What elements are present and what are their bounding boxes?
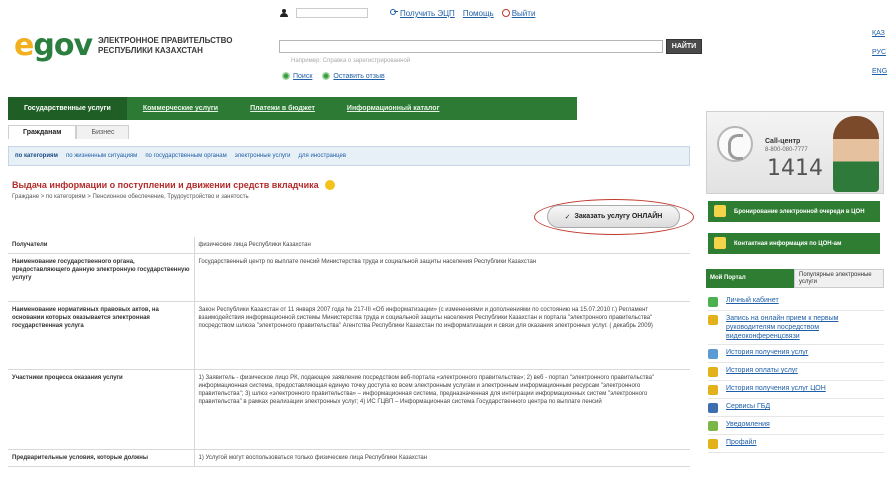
egov-logo[interactable]: egov ЭЛЕКТРОННОЕ ПРАВИТЕЛЬСТВО РЕСПУБЛИК… <box>14 28 232 63</box>
portal-menu-label: Профайл <box>726 439 757 446</box>
con-history-icon <box>708 385 718 395</box>
breadcrumb: Граждане > по категориям > Пенсионное об… <box>12 194 249 200</box>
subnav-foreigners[interactable]: для иностранцев <box>299 153 347 159</box>
payment-icon <box>708 367 718 377</box>
money-icon <box>708 315 718 325</box>
page-title: Выдача информации о поступлении и движен… <box>12 180 335 190</box>
table-row: Получатели физические лица Республики Ка… <box>8 237 690 254</box>
portal-menu-item[interactable]: Профайл <box>708 435 884 453</box>
radio-icon <box>282 72 290 80</box>
favorite-icon[interactable] <box>324 180 335 190</box>
subnav-e-services[interactable]: электронные услуги <box>235 153 291 159</box>
username-field[interactable] <box>296 8 368 18</box>
nav-budget-payments[interactable]: Платежи в бюджет <box>234 97 331 120</box>
subnav-life-situations[interactable]: по жизненным ситуациям <box>66 153 137 159</box>
row-label: Участники процесса оказания услуги <box>8 369 195 450</box>
queue-icon <box>714 205 726 217</box>
portal-menu: Личный кабинет Запись на онлайн прием к п… <box>708 293 884 453</box>
table-row: Наименование нормативных правовых актов,… <box>8 301 690 370</box>
lang-kaz[interactable]: ҚАЗ <box>872 30 887 37</box>
nav-gov-services[interactable]: Государственные услуги <box>8 97 127 120</box>
check-icon: ✓ <box>564 213 571 221</box>
portal-menu-label: Личный кабинет <box>726 297 779 304</box>
phone-icon <box>717 126 753 162</box>
home-icon <box>708 297 718 307</box>
key-icon <box>390 8 398 16</box>
tab-popular-services[interactable]: Популярные электронные услуги <box>794 269 884 288</box>
exit-icon <box>501 9 510 18</box>
service-info-table: Получатели физические лица Республики Ка… <box>8 237 690 467</box>
con-contacts-banner[interactable]: Контактная информация по ЦОН-ам <box>708 233 880 254</box>
audience-tabs: Гражданам Бизнес <box>8 125 130 139</box>
tab-business[interactable]: Бизнес <box>76 125 130 139</box>
search-options: Поиск Оставить отзыв <box>282 72 385 80</box>
row-value: Закон Республики Казахстан от 11 января … <box>194 301 690 370</box>
egov-logo-text: ЭЛЕКТРОННОЕ ПРАВИТЕЛЬСТВО РЕСПУБЛИКИ КАЗ… <box>98 35 233 55</box>
logout-link[interactable]: Выйти <box>501 9 535 18</box>
notification-icon <box>708 421 718 431</box>
booking-queue-banner[interactable]: Бронирование электронной очереди в ЦОН <box>708 201 880 222</box>
callcenter-title: Call-центр <box>765 138 801 145</box>
row-label: Предварительные условия, которые должны <box>8 449 195 467</box>
portal-menu-label: Уведомления <box>726 421 770 428</box>
portal-menu-item[interactable]: Уведомления <box>708 417 884 435</box>
profile-icon <box>708 439 718 449</box>
subnav-by-category[interactable]: по категориям <box>15 153 58 159</box>
row-label: Наименование нормативных правовых актов,… <box>8 301 195 370</box>
portal-menu-item[interactable]: Запись на онлайн прием к первым руководи… <box>708 311 884 345</box>
egov-logo-mark: egov <box>14 28 93 63</box>
table-row: Участники процесса оказания услуги 1) За… <box>8 369 690 450</box>
row-label: Наименование государственного органа, пр… <box>8 253 195 302</box>
callcenter-panel: Call-центр 8-800-080-7777 1414 <box>706 111 884 194</box>
portal-menu-label: История оплаты услуг <box>726 367 798 374</box>
nav-commercial-services[interactable]: Коммерческие услуги <box>127 97 234 120</box>
portal-menu-item[interactable]: Личный кабинет <box>708 293 884 311</box>
help-link[interactable]: Помощь <box>463 9 494 18</box>
portal-menu-label: История получения услуг <box>726 349 809 356</box>
callcenter-short-number: 1414 <box>767 156 823 181</box>
tab-my-portal[interactable]: Мой Портал <box>706 269 794 288</box>
row-value: 1) Услугой могут воспользоваться только … <box>194 449 690 467</box>
contacts-icon <box>714 237 726 249</box>
portal-menu-label: История получения услуг ЦОН <box>726 385 826 392</box>
main-nav: Государственные услуги Коммерческие услу… <box>8 97 577 120</box>
user-bar: Получить ЭЦП Помощь Выйти <box>280 8 535 18</box>
row-value: 1) Заявитель - физическое лицо РК, подаю… <box>194 369 690 450</box>
table-row: Предварительные условия, которые должны … <box>8 449 690 467</box>
row-label: Получатели <box>8 237 195 254</box>
register-link[interactable]: Получить ЭЦП <box>390 8 455 18</box>
portal-tabs: Мой Портал Популярные электронные услуги <box>706 269 884 288</box>
subnav-gov-agencies[interactable]: по государственным органам <box>145 153 226 159</box>
search-hint: Например: Справка о зарегистрированной <box>291 58 411 64</box>
row-value: Государственный центр по выплате пенсий … <box>194 253 690 302</box>
portal-menu-item[interactable]: Сервисы ГБД <box>708 399 884 417</box>
lang-eng[interactable]: ENG <box>872 68 887 75</box>
tab-citizens[interactable]: Гражданам <box>8 125 77 139</box>
search-input[interactable] <box>279 40 663 53</box>
callcenter-phone: 8-800-080-7777 <box>765 147 808 153</box>
table-row: Наименование государственного органа, пр… <box>8 253 690 302</box>
feedback-option[interactable]: Оставить отзыв <box>322 72 385 80</box>
row-value: физические лица Республики Казахстан <box>194 237 690 254</box>
history-icon <box>708 349 718 359</box>
language-switcher: ҚАЗ РУС ENG <box>872 30 887 75</box>
search-option[interactable]: Поиск <box>282 72 312 80</box>
database-icon <box>708 403 718 413</box>
operator-avatar <box>833 116 879 192</box>
category-subnav: по категориям по жизненным ситуациям по … <box>8 146 690 166</box>
portal-menu-item[interactable]: История оплаты услуг <box>708 363 884 381</box>
lang-rus[interactable]: РУС <box>872 49 887 56</box>
portal-menu-item[interactable]: История получения услуг <box>708 345 884 363</box>
user-icon <box>280 9 288 17</box>
portal-menu-label: Запись на онлайн прием к первым руководи… <box>726 315 839 340</box>
radio-icon <box>322 72 331 80</box>
nav-info-catalog[interactable]: Информационный каталог <box>331 97 456 120</box>
search-button[interactable]: НАЙТИ <box>666 39 702 54</box>
portal-menu-label: Сервисы ГБД <box>726 403 771 410</box>
portal-menu-item[interactable]: История получения услуг ЦОН <box>708 381 884 399</box>
order-online-button[interactable]: ✓ Заказать услугу ОНЛАЙН <box>547 205 680 228</box>
